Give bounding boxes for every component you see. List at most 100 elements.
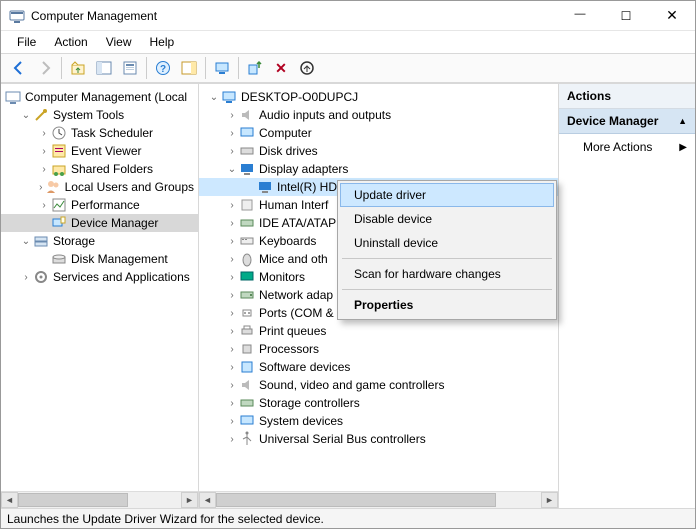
ctx-scan-hardware[interactable]: Scan for hardware changes: [340, 262, 554, 286]
help-button[interactable]: ?: [151, 56, 175, 80]
actions-section-device-manager[interactable]: Device Manager ▲: [559, 109, 695, 134]
actions-more-actions[interactable]: More Actions ▶: [559, 134, 695, 160]
expand-icon[interactable]: ›: [19, 272, 33, 283]
dev-system-devices[interactable]: ›System devices: [199, 412, 558, 430]
tree-performance[interactable]: › Performance: [1, 196, 198, 214]
clock-icon: [51, 125, 67, 141]
monitor-icon: [239, 269, 255, 285]
expand-icon[interactable]: ›: [37, 182, 45, 193]
menu-view[interactable]: View: [98, 33, 140, 51]
ctx-properties[interactable]: Properties: [340, 293, 554, 317]
update-driver-button[interactable]: [243, 56, 267, 80]
tree-storage[interactable]: ⌄ Storage: [1, 232, 198, 250]
up-button[interactable]: [66, 56, 90, 80]
menu-bar: File Action View Help: [1, 31, 695, 53]
expand-icon[interactable]: ›: [225, 128, 239, 139]
speaker-icon: [239, 107, 255, 123]
ctx-update-driver[interactable]: Update driver: [340, 183, 554, 207]
expand-icon[interactable]: ›: [225, 110, 239, 121]
dev-display-adapters[interactable]: ⌄Display adapters: [199, 160, 558, 178]
uninstall-device-button[interactable]: [295, 56, 319, 80]
collapse-icon[interactable]: ⌄: [207, 92, 221, 103]
tree-root-computer-management[interactable]: Computer Management (Local: [1, 88, 198, 106]
center-horizontal-scrollbar[interactable]: ◄ ►: [199, 491, 558, 508]
expand-icon[interactable]: ›: [225, 326, 239, 337]
expand-icon[interactable]: ›: [225, 434, 239, 445]
dev-disk-drives[interactable]: ›Disk drives: [199, 142, 558, 160]
expand-icon[interactable]: ›: [225, 200, 239, 211]
menu-help[interactable]: Help: [142, 33, 183, 51]
usb-controller-icon: [239, 431, 255, 447]
tree-disk-management[interactable]: › Disk Management: [1, 250, 198, 268]
expand-icon[interactable]: ›: [37, 200, 51, 211]
expand-icon[interactable]: ›: [225, 290, 239, 301]
tree-services-applications[interactable]: › Services and Applications: [1, 268, 198, 286]
show-hide-action-pane-button[interactable]: [177, 56, 201, 80]
toolbar: ? ✕: [1, 53, 695, 83]
dev-print-queues[interactable]: ›Print queues: [199, 322, 558, 340]
close-button[interactable]: ✕: [649, 1, 695, 31]
keyboard-icon: [239, 233, 255, 249]
dev-root[interactable]: ⌄DESKTOP-O0DUPCJ: [199, 88, 558, 106]
collapse-icon[interactable]: ⌄: [225, 164, 239, 175]
window-title: Computer Management: [31, 9, 557, 23]
minimize-button[interactable]: [557, 1, 603, 31]
mouse-icon: [239, 251, 255, 267]
tree-event-viewer[interactable]: › Event Viewer: [1, 142, 198, 160]
collapse-icon[interactable]: ⌄: [19, 236, 33, 247]
tree-device-manager[interactable]: › Device Manager: [1, 214, 198, 232]
ide-controller-icon: [239, 215, 255, 231]
dev-storage-controllers[interactable]: ›Storage controllers: [199, 394, 558, 412]
dev-audio[interactable]: ›Audio inputs and outputs: [199, 106, 558, 124]
dev-sound[interactable]: ›Sound, video and game controllers: [199, 376, 558, 394]
expand-icon[interactable]: ›: [225, 398, 239, 409]
expand-icon[interactable]: ›: [37, 146, 51, 157]
shared-folders-icon: [51, 161, 67, 177]
expand-icon[interactable]: ›: [225, 344, 239, 355]
dev-processors[interactable]: ›Processors: [199, 340, 558, 358]
disable-device-button[interactable]: ✕: [269, 56, 293, 80]
properties-button[interactable]: [118, 56, 142, 80]
maximize-button[interactable]: ☐: [603, 1, 649, 31]
dev-computer[interactable]: ›Computer: [199, 124, 558, 142]
menu-action[interactable]: Action: [46, 33, 95, 51]
collapse-icon[interactable]: ⌄: [19, 110, 33, 121]
menu-file[interactable]: File: [9, 33, 44, 51]
expand-icon[interactable]: ›: [225, 416, 239, 427]
scroll-left-button[interactable]: ◄: [199, 492, 216, 508]
dev-software-devices[interactable]: ›Software devices: [199, 358, 558, 376]
expand-icon[interactable]: ›: [37, 164, 51, 175]
ctx-disable-device[interactable]: Disable device: [340, 207, 554, 231]
computer-icon: [239, 125, 255, 141]
scroll-right-button[interactable]: ►: [541, 492, 558, 508]
computer-management-icon: [5, 89, 21, 105]
users-icon: [45, 179, 61, 195]
forward-button[interactable]: [33, 56, 57, 80]
scan-hardware-button[interactable]: [210, 56, 234, 80]
tree-task-scheduler[interactable]: › Task Scheduler: [1, 124, 198, 142]
scroll-right-button[interactable]: ►: [181, 492, 198, 508]
network-adapter-icon: [239, 287, 255, 303]
scroll-left-button[interactable]: ◄: [1, 492, 18, 508]
tree-system-tools[interactable]: ⌄ System Tools: [1, 106, 198, 124]
tree-shared-folders[interactable]: › Shared Folders: [1, 160, 198, 178]
expand-icon[interactable]: ›: [37, 128, 51, 139]
expand-icon[interactable]: ›: [225, 362, 239, 373]
services-icon: [33, 269, 49, 285]
back-button[interactable]: [7, 56, 31, 80]
expand-icon[interactable]: ›: [225, 236, 239, 247]
expand-icon[interactable]: ›: [225, 254, 239, 265]
disk-management-icon: [51, 251, 67, 267]
expand-icon[interactable]: ›: [225, 146, 239, 157]
ctx-uninstall-device[interactable]: Uninstall device: [340, 231, 554, 255]
expand-icon[interactable]: ›: [225, 272, 239, 283]
tree-root-label: Computer Management (Local: [25, 90, 187, 104]
expand-icon[interactable]: ›: [225, 218, 239, 229]
dev-usb[interactable]: ›Universal Serial Bus controllers: [199, 430, 558, 448]
left-horizontal-scrollbar[interactable]: ◄ ►: [1, 491, 198, 508]
show-hide-console-tree-button[interactable]: [92, 56, 116, 80]
expand-icon[interactable]: ›: [225, 308, 239, 319]
expand-icon[interactable]: ›: [225, 380, 239, 391]
ctx-separator: [342, 289, 552, 290]
tree-local-users-groups[interactable]: › Local Users and Groups: [1, 178, 198, 196]
